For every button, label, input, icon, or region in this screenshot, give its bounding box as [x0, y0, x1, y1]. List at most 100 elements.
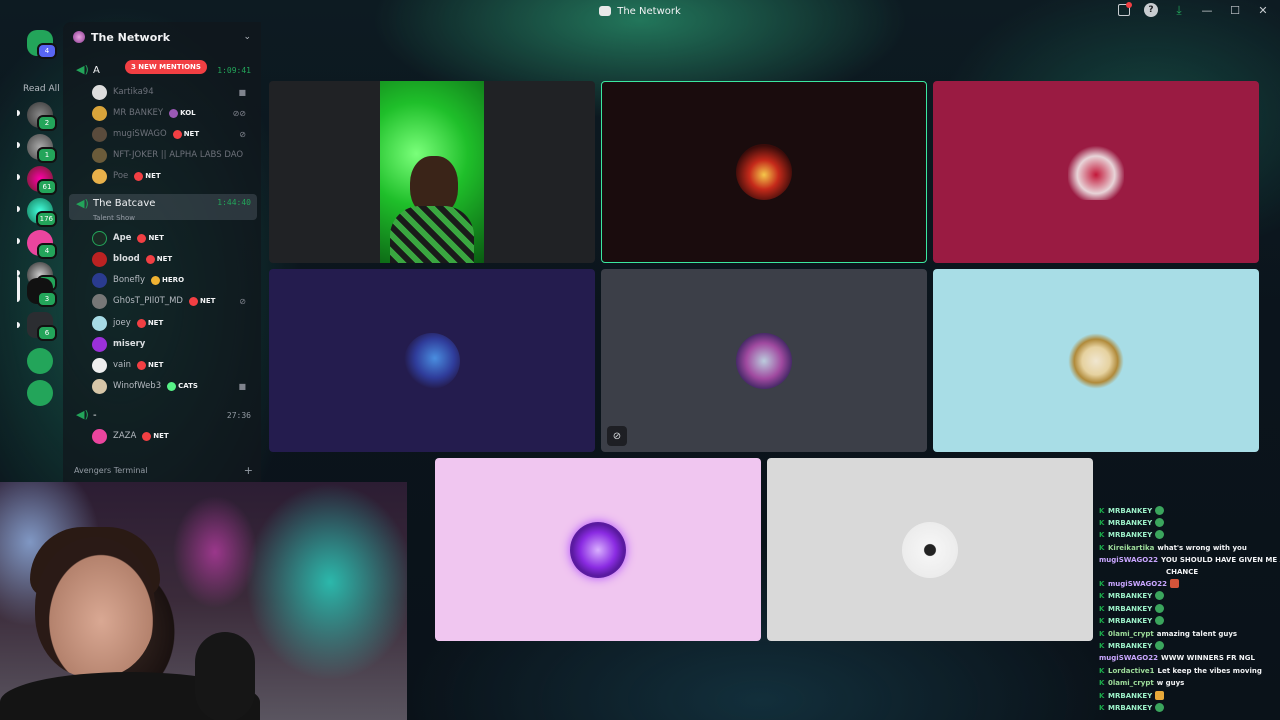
emote-icon: [1155, 616, 1165, 625]
avatar: [92, 147, 107, 163]
kick-icon: K: [1099, 519, 1105, 527]
minimize-icon[interactable]: —: [1200, 3, 1214, 17]
voice-member[interactable]: Gh0sT_PIl0T_MD NET ⊘: [92, 291, 254, 311]
voice-member[interactable]: Ape NET: [92, 228, 254, 248]
server-icon[interactable]: 1: [27, 134, 57, 163]
inbox-icon[interactable]: [1118, 2, 1132, 16]
chat-line: K Kireikartika what's wrong with you: [1099, 544, 1247, 552]
avatar: [902, 521, 958, 578]
voice-member[interactable]: mugiSWAGO NET ⊘: [92, 124, 254, 144]
video-tile[interactable]: [767, 458, 1093, 641]
voice-member[interactable]: Kartika94 ■: [92, 82, 254, 102]
the-network-server-icon[interactable]: 3: [27, 278, 57, 307]
video-tile[interactable]: [269, 81, 595, 263]
voice-channel-name: The Batcave: [93, 198, 156, 209]
kick-icon: K: [1099, 630, 1105, 638]
voice-channel-dash[interactable]: ◀) - 27:36: [69, 404, 257, 426]
avatar: [1068, 144, 1124, 200]
emote-icon: [1155, 518, 1165, 527]
direct-messages-button[interactable]: 4: [27, 30, 57, 59]
voice-timer: 1:09:41: [217, 65, 251, 75]
unread-pill: [17, 206, 20, 212]
chat-line: K MRBANKEY: [1099, 604, 1280, 615]
avatar: [736, 144, 792, 200]
chat-line: K Lordactive1 Let keep the vibes moving: [1099, 667, 1262, 675]
add-channel-icon[interactable]: +: [244, 464, 253, 477]
add-server-icon[interactable]: [27, 348, 53, 374]
streamer-webcam: [0, 482, 407, 720]
avatar: [736, 332, 792, 389]
voice-member[interactable]: joey NET: [92, 313, 254, 333]
speaker-icon: ◀): [76, 63, 89, 76]
member-tag: NET: [145, 254, 172, 264]
window-title: The Network: [617, 5, 681, 17]
avatar: [92, 357, 107, 373]
video-tile[interactable]: [933, 269, 1259, 452]
category-label[interactable]: Avengers Terminal: [74, 466, 148, 475]
voice-member[interactable]: NFT-JOKER || ALPHA LABS DAO: [92, 145, 254, 165]
emote-icon: [1155, 530, 1165, 539]
member-tag: NET: [142, 431, 169, 441]
kick-icon: K: [1099, 592, 1105, 600]
server-icon[interactable]: 2: [27, 102, 57, 131]
kick-icon: K: [1099, 617, 1105, 625]
voice-channel-name: -: [93, 409, 97, 421]
emote-icon: [1155, 691, 1165, 700]
kick-icon: K: [1099, 544, 1105, 552]
guild-icon: [73, 31, 85, 43]
help-icon[interactable]: ?: [1144, 3, 1158, 17]
server-icon[interactable]: 61: [27, 166, 57, 195]
unread-pill: [17, 174, 20, 180]
voice-member[interactable]: MR BANKEY KOL ⊘⊘: [92, 103, 254, 123]
video-tile-speaking[interactable]: [601, 81, 927, 263]
avatar: [92, 105, 107, 121]
video-tile[interactable]: [933, 81, 1259, 263]
close-icon[interactable]: ✕: [1256, 3, 1270, 17]
member-tag: NET: [137, 233, 164, 243]
voice-member[interactable]: misery: [92, 334, 254, 354]
kick-icon: K: [1099, 642, 1105, 650]
member-name: Gh0sT_PIl0T_MD: [113, 296, 183, 306]
chat-line: mugiSWAGO22 YOU SHOULD HAVE GIVEN ME A: [1099, 556, 1280, 564]
muted-icon: ⊘: [239, 129, 246, 139]
avatar: [92, 293, 107, 309]
webcam-face: [35, 537, 155, 677]
new-mentions-pill[interactable]: 3 NEW MENTIONS: [125, 60, 207, 74]
read-all-label[interactable]: Read All: [23, 84, 60, 94]
member-name: NFT-JOKER || ALPHA LABS DAO: [113, 150, 244, 160]
voice-member[interactable]: Bonefly HERO: [92, 270, 254, 290]
video-tile[interactable]: [269, 269, 595, 452]
server-icon[interactable]: 4: [27, 230, 57, 259]
chat-line: K MRBANKEY: [1099, 530, 1280, 541]
member-name: misery: [113, 339, 146, 349]
member-name: Ape: [113, 233, 132, 243]
voice-member[interactable]: blood NET: [92, 249, 254, 269]
video-tile[interactable]: [435, 458, 761, 641]
video-tile[interactable]: ⊘: [601, 269, 927, 452]
maximize-icon[interactable]: ☐: [1228, 3, 1242, 17]
avatar: [92, 272, 107, 288]
member-tag: NET: [137, 360, 163, 370]
download-icon[interactable]: ⤓: [1172, 3, 1186, 17]
emote-icon: [1155, 703, 1165, 712]
kick-icon: K: [1099, 667, 1105, 675]
member-name: blood: [113, 254, 140, 264]
chat-line: KmugiSWAGO22: [1099, 579, 1280, 590]
muted-icon: ⊘: [239, 296, 246, 306]
kick-icon: K: [1099, 704, 1105, 712]
voice-member[interactable]: ZAZA NET: [92, 426, 254, 446]
voice-member[interactable]: WinofWeb3 CATS ■: [92, 376, 254, 396]
chat-line: K MRBANKEY: [1099, 506, 1280, 517]
voice-member[interactable]: vain NET: [92, 355, 254, 375]
unread-pill: [17, 142, 20, 148]
speaker-icon: ◀): [76, 408, 89, 421]
chevron-down-icon[interactable]: ⌄: [243, 32, 251, 42]
avatar: [92, 378, 107, 394]
kick-icon: K: [1099, 531, 1105, 539]
guild-header[interactable]: The Network ⌄: [63, 22, 261, 52]
server-icon[interactable]: 176: [27, 198, 57, 227]
server-folder-icon[interactable]: 6: [27, 312, 57, 341]
discover-icon[interactable]: [27, 380, 53, 406]
emote-icon: [1155, 506, 1165, 515]
voice-member[interactable]: Poe NET: [92, 166, 254, 186]
